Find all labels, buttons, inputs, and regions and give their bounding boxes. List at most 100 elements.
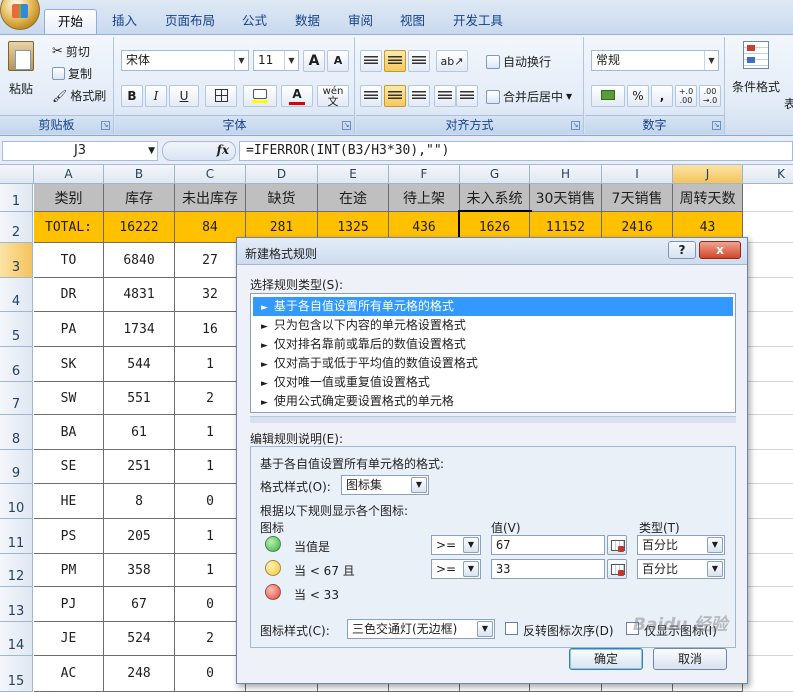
- comma-button[interactable]: ,: [651, 85, 673, 107]
- header-cell[interactable]: 30天销售: [530, 184, 602, 212]
- percent-button[interactable]: %: [627, 85, 649, 107]
- accounting-format-button[interactable]: [591, 85, 625, 107]
- number-launcher-icon[interactable]: ↘: [712, 121, 721, 130]
- row-header[interactable]: 11: [0, 519, 33, 554]
- header-cell[interactable]: 缺货: [246, 184, 318, 212]
- column-header-d[interactable]: D: [246, 165, 318, 184]
- empty-cell[interactable]: [743, 184, 793, 212]
- rule-type-item[interactable]: ► 仅对排名靠前或靠后的数值设置格式: [253, 335, 733, 354]
- column-header-e[interactable]: E: [318, 165, 389, 184]
- header-cell[interactable]: 类别: [34, 184, 104, 212]
- data-cell[interactable]: JE: [34, 622, 104, 656]
- empty-cell[interactable]: [743, 484, 793, 519]
- header-cell[interactable]: 周转天数: [673, 184, 743, 212]
- data-cell[interactable]: PA: [34, 312, 104, 347]
- clipboard-launcher-icon[interactable]: ↘: [101, 121, 110, 130]
- data-cell[interactable]: AC: [34, 656, 104, 692]
- empty-cell[interactable]: [743, 278, 793, 312]
- empty-cell[interactable]: [743, 415, 793, 450]
- tab-view[interactable]: 视图: [400, 9, 425, 34]
- data-cell[interactable]: 251: [104, 450, 175, 484]
- empty-cell[interactable]: [743, 519, 793, 554]
- rule-type-item[interactable]: ► 使用公式确定要设置格式的单元格: [253, 392, 733, 411]
- row-header[interactable]: 8: [0, 415, 33, 450]
- bold-button[interactable]: B: [121, 85, 143, 107]
- decrease-decimal-button[interactable]: .00 →.0: [699, 85, 721, 107]
- shrink-font-button[interactable]: A: [327, 50, 349, 72]
- grow-font-button[interactable]: A: [303, 50, 325, 72]
- row-header[interactable]: 12: [0, 554, 33, 587]
- row-header[interactable]: 7: [0, 382, 33, 415]
- rule-type-item[interactable]: ► 基于各自值设置所有单元格的格式: [253, 297, 733, 316]
- phonetic-button[interactable]: wén 文: [317, 85, 349, 107]
- copy-button[interactable]: 复制: [52, 65, 92, 82]
- condition-2-value-input[interactable]: 33: [491, 559, 605, 579]
- cut-button[interactable]: ✂ 剪切: [52, 43, 90, 60]
- tab-home[interactable]: 开始: [44, 9, 98, 34]
- range-select-icon[interactable]: [607, 535, 627, 555]
- align-bottom-button[interactable]: [408, 50, 430, 72]
- decrease-indent-button[interactable]: [434, 85, 456, 107]
- tab-insert[interactable]: 插入: [112, 9, 137, 34]
- empty-cell[interactable]: [743, 212, 793, 243]
- condition-1-value-input[interactable]: 67: [491, 535, 605, 555]
- data-cell[interactable]: 524: [104, 622, 175, 656]
- row-header[interactable]: 14: [0, 622, 33, 656]
- rule-type-item[interactable]: ► 仅对高于或低于平均值的数值设置格式: [253, 354, 733, 373]
- tab-formulas[interactable]: 公式: [242, 9, 267, 34]
- range-select-icon[interactable]: [607, 559, 627, 579]
- wrap-text-button[interactable]: 自动换行: [486, 53, 551, 70]
- conditional-format-button[interactable]: 条件格式: [732, 41, 780, 95]
- tab-data[interactable]: 数据: [295, 9, 320, 34]
- header-cell[interactable]: 7天销售: [602, 184, 673, 212]
- insert-function-button[interactable]: fx: [162, 141, 236, 161]
- data-cell[interactable]: 8: [104, 484, 175, 519]
- increase-decimal-button[interactable]: +.0 .00: [675, 85, 697, 107]
- name-box[interactable]: J3 ▼: [2, 141, 158, 161]
- row-header[interactable]: 5: [0, 312, 33, 347]
- data-cell[interactable]: 61: [104, 415, 175, 450]
- close-button[interactable]: x: [699, 241, 741, 259]
- font-launcher-icon[interactable]: ↘: [342, 121, 351, 130]
- select-all-corner[interactable]: [0, 165, 34, 184]
- borders-button[interactable]: [205, 85, 237, 107]
- header-cell[interactable]: 待上架: [389, 184, 460, 212]
- column-header-c[interactable]: C: [175, 165, 246, 184]
- alignment-launcher-icon[interactable]: ↘: [571, 121, 580, 130]
- increase-indent-button[interactable]: [456, 85, 478, 107]
- condition-2-type-select[interactable]: 百分比 ▼: [637, 559, 725, 579]
- condition-2-operator[interactable]: >= ▼: [431, 559, 481, 579]
- ok-button[interactable]: 确定: [569, 648, 643, 670]
- empty-cell[interactable]: [743, 382, 793, 415]
- empty-cell[interactable]: [743, 243, 793, 278]
- data-cell[interactable]: 4831: [104, 278, 175, 312]
- data-cell[interactable]: 358: [104, 554, 175, 587]
- empty-cell[interactable]: [743, 450, 793, 484]
- align-right-button[interactable]: [408, 85, 430, 107]
- condition-1-operator[interactable]: >= ▼: [431, 535, 481, 555]
- reverse-icon-order-checkbox[interactable]: [505, 622, 518, 635]
- data-cell[interactable]: SK: [34, 347, 104, 382]
- dialog-scrollbar[interactable]: [250, 416, 736, 423]
- empty-cell[interactable]: [743, 312, 793, 347]
- row-header[interactable]: 3: [0, 243, 33, 278]
- align-middle-button[interactable]: [384, 50, 406, 72]
- data-cell[interactable]: 1734: [104, 312, 175, 347]
- align-top-button[interactable]: [360, 50, 382, 72]
- align-center-button[interactable]: [384, 85, 406, 107]
- column-header-i[interactable]: I: [602, 165, 673, 184]
- tab-review[interactable]: 审阅: [348, 9, 373, 34]
- font-color-button[interactable]: A: [281, 85, 313, 107]
- cancel-button[interactable]: 取消: [653, 648, 727, 670]
- data-cell[interactable]: 67: [104, 587, 175, 622]
- empty-cell[interactable]: [743, 622, 793, 656]
- column-header-k[interactable]: K: [743, 165, 793, 184]
- data-cell[interactable]: 248: [104, 656, 175, 692]
- row-header[interactable]: 15: [0, 656, 33, 692]
- underline-button[interactable]: U: [169, 85, 199, 107]
- data-cell[interactable]: TO: [34, 243, 104, 278]
- row-header[interactable]: 10: [0, 484, 33, 519]
- data-cell[interactable]: 205: [104, 519, 175, 554]
- rule-type-item[interactable]: ► 仅对唯一值或重复值设置格式: [253, 373, 733, 392]
- data-cell[interactable]: PM: [34, 554, 104, 587]
